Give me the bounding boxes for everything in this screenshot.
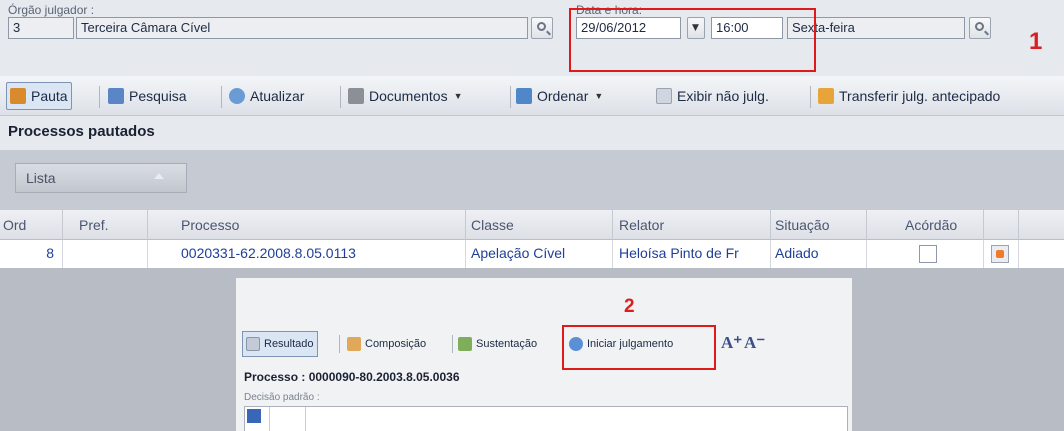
column-divider <box>147 240 148 268</box>
lista-group-button[interactable]: Lista <box>15 163 187 193</box>
exibir-nao-julgados-button[interactable]: Exibir não julg. <box>656 82 769 110</box>
pauta-label: Pauta <box>31 88 68 104</box>
column-header-relator[interactable]: Relator <box>619 217 664 233</box>
column-divider <box>1018 240 1019 268</box>
callout-1-number: 1 <box>1029 28 1043 55</box>
cell-relator: Heloísa Pinto de Fr <box>619 245 739 261</box>
font-decrease-button[interactable]: A⁻ <box>744 333 765 353</box>
group-bar: Lista <box>0 150 1064 210</box>
search-icon <box>975 22 984 31</box>
column-header-ord[interactable]: Ord <box>3 217 26 233</box>
checkbox-icon <box>656 88 672 104</box>
callout-1-box <box>569 8 816 72</box>
transfer-icon <box>818 88 834 104</box>
decisao-label: Decisão padrão : <box>244 392 320 403</box>
column-header-classe[interactable]: Classe <box>471 217 514 233</box>
section-title: Processos pautados <box>8 123 155 140</box>
julgamento-panel: 2 Resultado Composição Sustentação Inici… <box>236 278 852 431</box>
decisao-editor[interactable] <box>244 406 848 431</box>
documentos-button[interactable]: Documentos ▼ <box>348 82 463 110</box>
acordao-checkbox[interactable] <box>919 245 937 263</box>
toolbar-separator <box>99 86 100 108</box>
column-divider <box>62 210 63 240</box>
refresh-icon <box>229 88 245 104</box>
column-divider <box>465 210 466 240</box>
toolbar-separator <box>340 86 341 108</box>
atualizar-button[interactable]: Atualizar <box>229 82 304 110</box>
column-divider <box>866 240 867 268</box>
cell-ord: 8 <box>46 245 54 261</box>
printer-icon <box>348 88 364 104</box>
transferir-label: Transferir julg. antecipado <box>839 88 1001 104</box>
callout-2-box <box>562 325 716 370</box>
column-divider <box>147 210 148 240</box>
column-divider <box>612 240 613 268</box>
cell-classe: Apelação Cível <box>471 245 566 261</box>
lista-label: Lista <box>26 170 56 186</box>
dropdown-arrow-icon: ▼ <box>453 91 463 101</box>
exibir-label: Exibir não julg. <box>677 88 769 104</box>
ordenar-label: Ordenar <box>537 88 589 104</box>
editor-divider <box>305 407 306 431</box>
result-icon <box>246 337 260 351</box>
column-divider <box>866 210 867 240</box>
orgao-code-field[interactable]: 3 <box>8 17 74 39</box>
search-icon <box>108 88 124 104</box>
font-increase-button[interactable]: A⁺ <box>721 333 742 353</box>
orgao-name-field[interactable]: Terceira Câmara Cível <box>76 17 528 39</box>
ordenar-button[interactable]: Ordenar ▼ <box>516 82 603 110</box>
cell-processo-link[interactable]: 0020331-62.2008.8.05.0113 <box>181 245 461 261</box>
callout-2-number: 2 <box>624 296 635 317</box>
people-icon <box>347 337 361 351</box>
column-divider <box>612 210 613 240</box>
toolbar-separator <box>510 86 511 108</box>
pesquisa-label: Pesquisa <box>129 88 187 104</box>
column-divider <box>1018 210 1019 240</box>
orgao-label: Órgão julgador : <box>8 3 95 17</box>
column-divider <box>62 240 63 268</box>
status-icon-button[interactable] <box>991 245 1009 263</box>
resultado-label: Resultado <box>264 338 314 350</box>
main-toolbar: Pauta Pesquisa Atualizar Documentos ▼ Ord… <box>0 76 1064 116</box>
column-divider <box>983 240 984 268</box>
podium-icon <box>458 337 472 351</box>
table-row[interactable]: 8 0020331-62.2008.8.05.0113 Apelação Cív… <box>0 240 1064 268</box>
column-header-processo[interactable]: Processo <box>181 217 239 233</box>
pesquisa-button[interactable]: Pesquisa <box>108 82 187 110</box>
editor-icon <box>247 409 261 423</box>
pauta-button[interactable]: Pauta <box>6 82 72 110</box>
resultado-button[interactable]: Resultado <box>242 331 318 357</box>
column-header-pref[interactable]: Pref. <box>79 217 109 233</box>
pauta-icon <box>10 88 26 104</box>
column-divider <box>770 210 771 240</box>
column-divider <box>465 240 466 268</box>
composicao-button[interactable]: Composição <box>347 331 426 357</box>
documentos-label: Documentos <box>369 88 448 104</box>
composicao-label: Composição <box>365 338 427 350</box>
cell-situacao: Adiado <box>775 245 819 261</box>
atualizar-label: Atualizar <box>250 88 305 104</box>
column-header-situacao[interactable]: Situação <box>775 217 829 233</box>
processo-number: Processo : 0000090-80.2003.8.05.0036 <box>244 370 460 384</box>
column-divider <box>770 240 771 268</box>
toolbar-separator <box>810 86 811 108</box>
table-header: Ord Pref. Processo Classe Relator Situaç… <box>0 210 1064 240</box>
editor-divider <box>269 407 270 431</box>
column-header-acordao[interactable]: Acórdão <box>905 217 957 233</box>
sessao-window: Órgão julgador : 3 Terceira Câmara Cível… <box>0 0 1064 268</box>
datahora-search-button[interactable] <box>969 17 991 39</box>
sustentacao-button[interactable]: Sustentação <box>458 331 537 357</box>
sustentacao-label: Sustentação <box>476 338 538 350</box>
search-icon <box>537 22 546 31</box>
orgao-search-button[interactable] <box>531 17 553 39</box>
dropdown-arrow-icon: ▼ <box>594 91 604 101</box>
toolbar-separator <box>452 335 453 353</box>
toolbar-separator <box>339 335 340 353</box>
sort-arrow-icon <box>154 173 164 179</box>
transferir-button[interactable]: Transferir julg. antecipado <box>818 82 1000 110</box>
toolbar-separator <box>221 86 222 108</box>
column-divider <box>983 210 984 240</box>
sort-icon <box>516 88 532 104</box>
